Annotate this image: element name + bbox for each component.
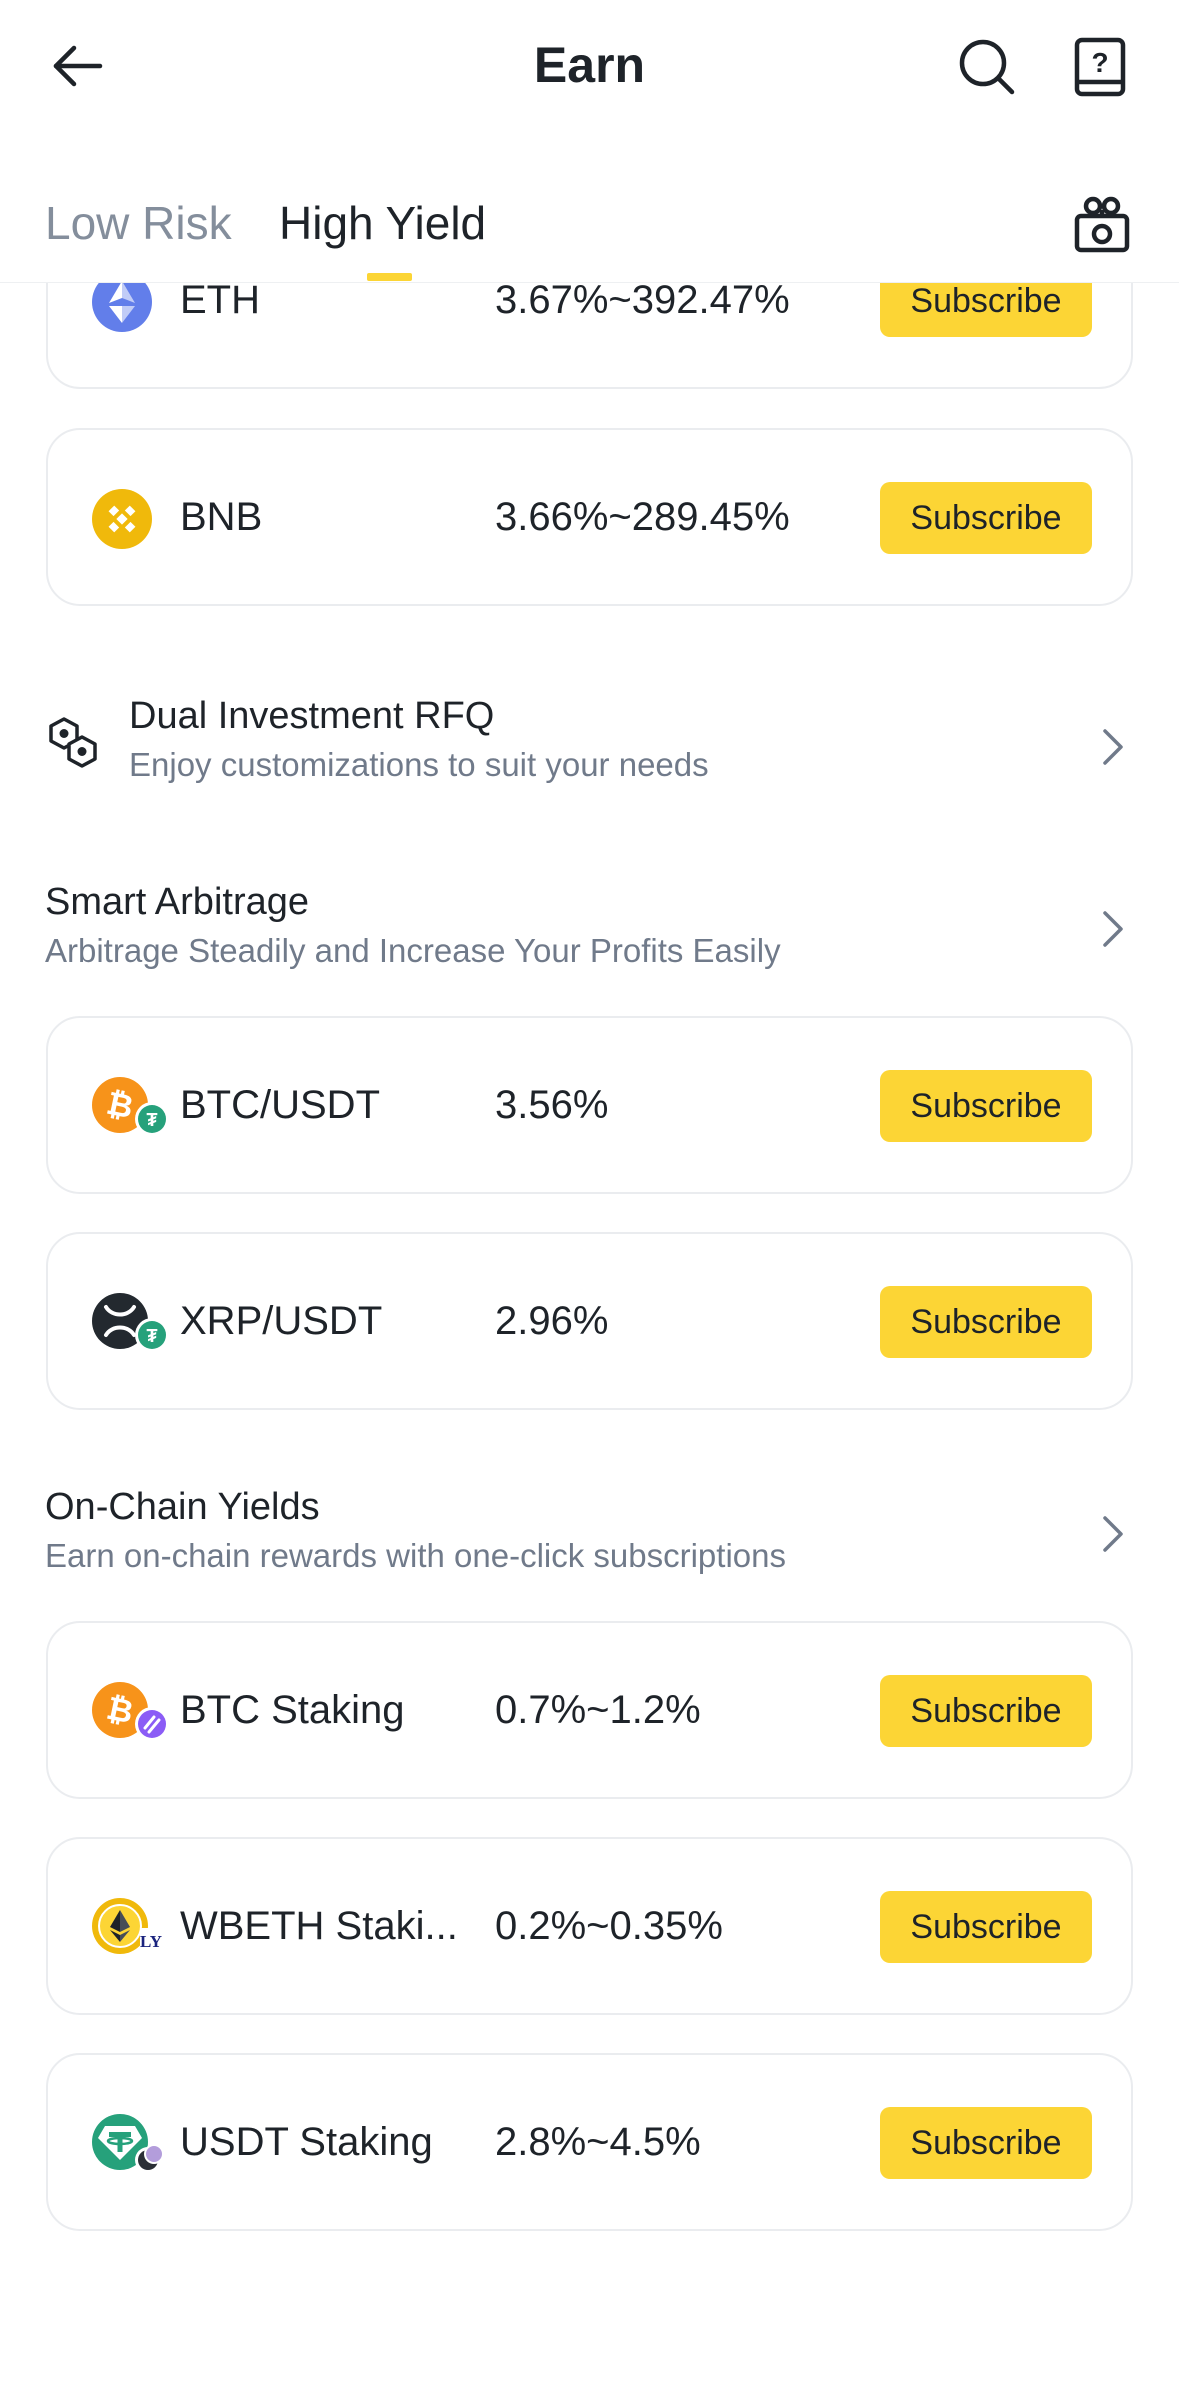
section-description: Enjoy customizations to suit your needs <box>129 746 709 783</box>
help-book-icon[interactable]: ? <box>1072 36 1128 98</box>
active-tab-indicator <box>367 273 412 281</box>
svg-text:₮: ₮ <box>147 1110 158 1130</box>
product-name: BTC/USDT <box>180 1083 380 1127</box>
product-name: WBETH Staki... <box>180 1904 458 1948</box>
product-name: BNB <box>180 495 263 539</box>
top-header: Earn ? Low Risk High Yield <box>0 0 1179 283</box>
subscribe-button[interactable]: Subscribe <box>880 1070 1092 1142</box>
product-apr: 0.7%~1.2% <box>495 1688 701 1732</box>
product-card-btc-staking[interactable]: ₿ BTC Staking 0.7%~1.2% Subscribe <box>46 1621 1133 1799</box>
chevron-right-icon <box>1103 1516 1123 1552</box>
section-description: Arbitrage Steadily and Increase Your Pro… <box>45 932 781 969</box>
onchain-yields-header[interactable]: On-Chain Yields Earn on-chain rewards wi… <box>45 1486 1135 1586</box>
product-card-btc-usdt[interactable]: ₿ ₮ BTC/USDT 3.56% Subscribe <box>46 1016 1133 1194</box>
product-apr: 2.8%~4.5% <box>495 2120 701 2164</box>
product-card-usdt-staking[interactable]: USDT Staking 2.8%~4.5% Subscribe <box>46 2053 1133 2231</box>
chevron-right-icon <box>1103 729 1123 765</box>
section-title: Smart Arbitrage <box>45 881 309 923</box>
product-name: BTC Staking <box>180 1688 405 1732</box>
scroll-content: ETH 3.67%~392.47% Subscribe BNB 3.66%~28… <box>0 0 1179 2396</box>
dual-investment-icon <box>49 717 97 768</box>
section-title: Dual Investment RFQ <box>129 695 495 737</box>
dual-investment-rfq-row[interactable]: Dual Investment RFQ Enjoy customizations… <box>45 695 1135 795</box>
btc-usdt-pair-icon: ₿ ₮ <box>92 1077 169 1136</box>
bnb-coin-icon <box>92 489 152 549</box>
subscribe-button[interactable]: Subscribe <box>880 482 1092 554</box>
product-name: XRP/USDT <box>180 1299 383 1343</box>
product-apr: 3.66%~289.45% <box>495 495 790 539</box>
xrp-usdt-pair-icon: ₮ <box>92 1293 169 1352</box>
product-card-wbeth-staking[interactable]: LY WBETH Staki... 0.2%~0.35% Subscribe <box>46 1837 1133 2015</box>
product-apr: 3.56% <box>495 1083 609 1127</box>
svg-text:?: ? <box>1091 47 1108 78</box>
product-apr: 2.96% <box>495 1299 609 1343</box>
product-name: USDT Staking <box>180 2120 433 2164</box>
gift-icon[interactable] <box>1072 194 1132 254</box>
usdt-staking-icon <box>92 2114 164 2173</box>
tab-low-risk[interactable]: Low Risk <box>45 196 232 250</box>
subscribe-button[interactable]: Subscribe <box>880 2107 1092 2179</box>
product-apr: 0.2%~0.35% <box>495 1904 723 1948</box>
product-card-xrp-usdt[interactable]: ₮ XRP/USDT 2.96% Subscribe <box>46 1232 1133 1410</box>
svg-text:LY: LY <box>140 1932 162 1951</box>
section-description: Earn on-chain rewards with one-click sub… <box>45 1537 786 1574</box>
svg-text:₮: ₮ <box>147 1326 158 1346</box>
tab-high-yield[interactable]: High Yield <box>279 196 486 250</box>
section-title: On-Chain Yields <box>45 1486 320 1528</box>
search-icon[interactable] <box>956 36 1018 98</box>
wbeth-staking-icon: LY <box>92 1898 162 1954</box>
product-card-bnb[interactable]: BNB 3.66%~289.45% Subscribe <box>46 428 1133 606</box>
btc-staking-icon: ₿ <box>92 1682 169 1741</box>
subscribe-button[interactable]: Subscribe <box>880 1675 1092 1747</box>
subscribe-button[interactable]: Subscribe <box>880 1891 1092 1963</box>
smart-arbitrage-header[interactable]: Smart Arbitrage Arbitrage Steadily and I… <box>45 881 1135 981</box>
subscribe-button[interactable]: Subscribe <box>880 1286 1092 1358</box>
chevron-right-icon <box>1103 911 1123 947</box>
